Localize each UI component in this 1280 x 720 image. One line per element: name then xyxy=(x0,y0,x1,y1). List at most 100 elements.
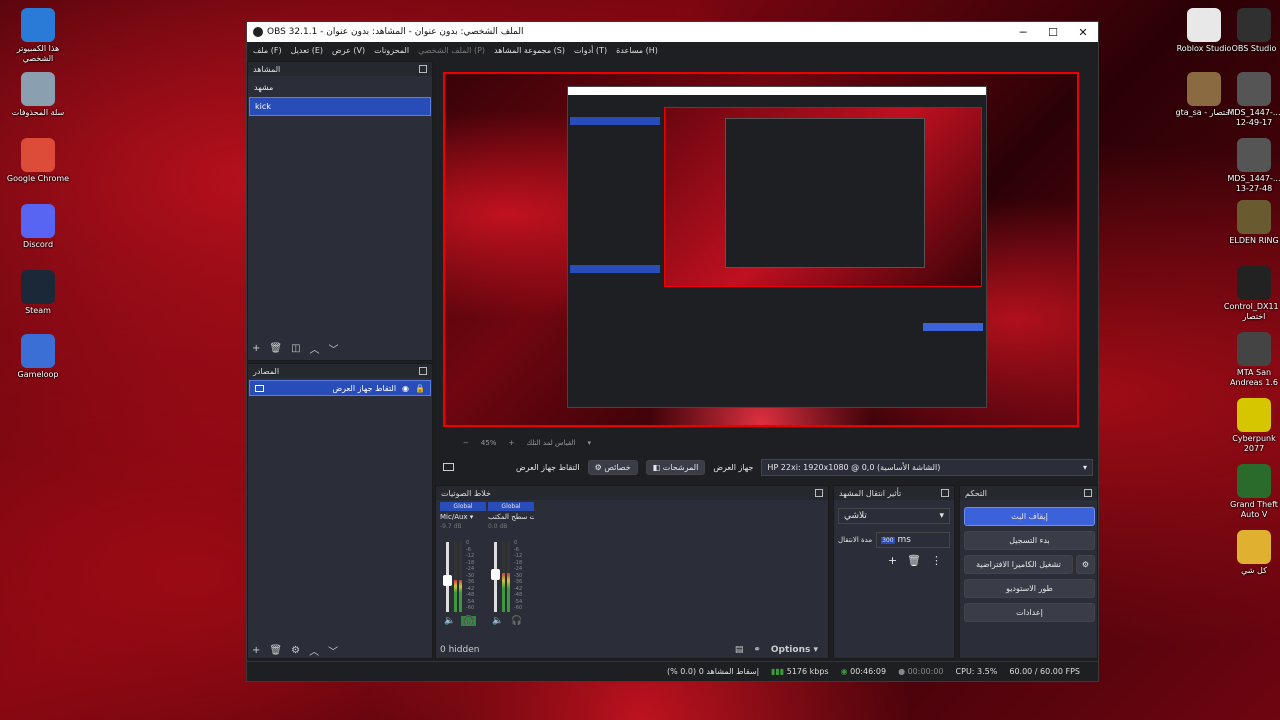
zoom-in-icon[interactable]: + xyxy=(508,439,514,447)
menu-item[interactable]: أدوات (T) xyxy=(574,46,607,55)
undock-icon[interactable] xyxy=(419,65,427,73)
eye-icon[interactable]: ◉ xyxy=(402,384,409,393)
properties-button[interactable]: ⚙ خصائص xyxy=(587,459,638,475)
virtual-camera-button[interactable]: تشغيل الكاميرا الافتراضية xyxy=(964,555,1073,574)
source-item[interactable]: التقاط جهاز العرض ◉ 🔒 xyxy=(249,380,431,396)
zoom-label: القياس لمد التلك xyxy=(526,439,576,447)
desktop-shortcut[interactable]: MDS_1447-... 12-49-17 xyxy=(1222,72,1280,128)
menu-item[interactable]: ملف (F) xyxy=(253,46,282,55)
start-recording-button[interactable]: بدء التسجيل xyxy=(964,531,1095,550)
desktop-shortcut[interactable]: سلة المحذوفات xyxy=(6,72,70,118)
speaker-icon[interactable]: 🔈 xyxy=(444,616,455,626)
remove-source-icon[interactable]: 🗑 xyxy=(269,645,282,656)
desktop-shortcut[interactable]: ELDEN RING xyxy=(1222,200,1280,246)
mta-icon xyxy=(1237,332,1271,366)
desktop-shortcut-label: MDS_1447-... 12-49-17 xyxy=(1227,108,1280,127)
minimize-button[interactable]: ─ xyxy=(1008,22,1038,42)
chevron-down-icon[interactable]: ▾ xyxy=(587,439,591,447)
hidden-count: 0 hidden xyxy=(440,645,480,655)
remove-scene-icon[interactable]: 🗑 xyxy=(269,343,282,354)
filters-button[interactable]: ◧ المرشحات xyxy=(645,459,706,475)
stop-streaming-button[interactable]: إيقاف البث xyxy=(964,507,1095,526)
desktop-shortcut[interactable]: OBS Studio xyxy=(1222,8,1280,54)
speaker-icon[interactable]: 🔈 xyxy=(492,616,503,626)
undock-icon[interactable] xyxy=(1084,489,1092,497)
nested-preview-frame xyxy=(664,107,982,287)
level-meter-fill xyxy=(454,580,457,612)
obs-icon xyxy=(1237,8,1271,42)
layout-icon[interactable]: ▤ xyxy=(735,645,744,655)
options-button[interactable]: Options ▾ xyxy=(771,645,818,655)
selected-source-name: التقاط جهاز العرض xyxy=(516,462,580,472)
menu-item[interactable]: مجموعة المشاهد (S) xyxy=(494,46,565,55)
duration-input[interactable]: 300 ms xyxy=(876,532,950,548)
desktop-shortcut[interactable]: Gameloop xyxy=(6,334,70,380)
undock-icon[interactable] xyxy=(419,367,427,375)
chevron-down-icon: ▾ xyxy=(939,511,944,521)
desktop-shortcut[interactable]: Steam xyxy=(6,270,70,316)
desktop-shortcut[interactable]: كل شي xyxy=(1222,530,1280,576)
fps: 60.00 / 60.00 FPS xyxy=(1009,667,1080,676)
desktop-shortcut[interactable]: Cyberpunk 2077 xyxy=(1222,398,1280,454)
preview-canvas[interactable] xyxy=(443,72,1079,427)
desktop-shortcut[interactable]: Google Chrome xyxy=(6,138,70,184)
control-icon xyxy=(1237,266,1271,300)
volume-slider[interactable] xyxy=(443,542,452,612)
headphones-icon[interactable]: 🎧 xyxy=(509,616,524,626)
menu-item[interactable]: المحزونات xyxy=(374,46,409,55)
settings-button[interactable]: إعدادات xyxy=(964,603,1095,622)
display-select[interactable]: HP 22xi: 1920x1080 @ 0,0 (الشاشة الأساسي… xyxy=(761,458,1093,476)
mixer-title: خلاط الصوتيات xyxy=(441,488,491,498)
stream-icon: ◉ xyxy=(840,667,848,676)
channel-name[interactable]: صوت سطح المكتب ▾ xyxy=(488,513,534,521)
menu-item[interactable]: مساعدة (H) xyxy=(616,46,658,55)
channel-name[interactable]: Mic/Aux ▾ xyxy=(440,513,486,521)
menu-item[interactable]: عرض (V) xyxy=(332,46,365,55)
scene-item[interactable]: kick xyxy=(249,97,431,116)
slider-handle[interactable] xyxy=(491,569,500,580)
level-meter-fill xyxy=(507,573,510,612)
scene-filters-icon[interactable]: ◫ xyxy=(291,343,300,354)
undock-icon[interactable] xyxy=(815,489,823,497)
move-down-icon[interactable]: ﹀ xyxy=(328,643,338,658)
db-tick: -48 xyxy=(514,592,523,598)
desktop-shortcut-label: ELDEN RING xyxy=(1229,236,1279,245)
volume-slider[interactable] xyxy=(491,542,500,612)
sources-dock: المصادر التقاط جهاز العرض ◉ 🔒 + 🗑 ⚙ ︿ ﹀ xyxy=(247,363,433,659)
more-options-icon[interactable]: ⋮ xyxy=(931,554,942,567)
move-down-icon[interactable]: ﹀ xyxy=(329,341,339,356)
db-tick: -60 xyxy=(514,605,523,611)
add-transition-icon[interactable]: + xyxy=(888,554,897,567)
move-up-icon[interactable]: ︿ xyxy=(309,643,319,658)
slider-handle[interactable] xyxy=(443,575,452,586)
link-icon[interactable]: ⚭ xyxy=(753,645,761,655)
desktop-shortcut[interactable]: Discord xyxy=(6,204,70,250)
gear-icon[interactable]: ⚙ xyxy=(1076,555,1095,574)
add-scene-icon[interactable]: + xyxy=(252,343,260,354)
undock-icon[interactable] xyxy=(941,489,949,497)
desktop-shortcut[interactable]: Control_DX11 - اختصار xyxy=(1222,266,1280,322)
zoom-out-icon[interactable]: − xyxy=(463,439,469,447)
chevron-down-icon: ▾ xyxy=(1082,462,1087,472)
desktop-shortcut[interactable]: MDS_1447-... 13-27-48 xyxy=(1222,138,1280,194)
menu-item[interactable]: الملف الشخصي (P) xyxy=(418,46,485,55)
desktop-shortcut[interactable]: هذا الكمبيوتر الشخصي xyxy=(6,8,70,64)
menu-item[interactable]: تعديل (E) xyxy=(291,46,323,55)
desktop-shortcut[interactable]: Grand Theft Auto V xyxy=(1222,464,1280,520)
studio-mode-button[interactable]: طور الاستوديو xyxy=(964,579,1095,598)
maximize-button[interactable]: ☐ xyxy=(1038,22,1068,42)
lock-icon[interactable]: 🔒 xyxy=(415,384,425,393)
move-up-icon[interactable]: ︿ xyxy=(310,341,320,356)
file-icon xyxy=(1237,72,1271,106)
gear-icon[interactable]: ⚙ xyxy=(291,645,300,656)
add-source-icon[interactable]: + xyxy=(252,645,260,656)
close-button[interactable]: ✕ xyxy=(1068,22,1098,42)
remove-transition-icon[interactable]: 🗑 xyxy=(907,554,921,567)
headphones-icon[interactable]: 🎧 xyxy=(461,616,477,626)
gear-icon: ⚙ xyxy=(594,462,605,472)
transition-select[interactable]: تلاشي ▾ xyxy=(838,508,950,524)
desktop-shortcut-label: سلة المحذوفات xyxy=(11,108,65,117)
scene-item[interactable]: مشهد xyxy=(249,78,431,97)
sources-title: المصادر xyxy=(253,366,280,376)
desktop-shortcut[interactable]: MTA San Andreas 1.6 xyxy=(1222,332,1280,388)
